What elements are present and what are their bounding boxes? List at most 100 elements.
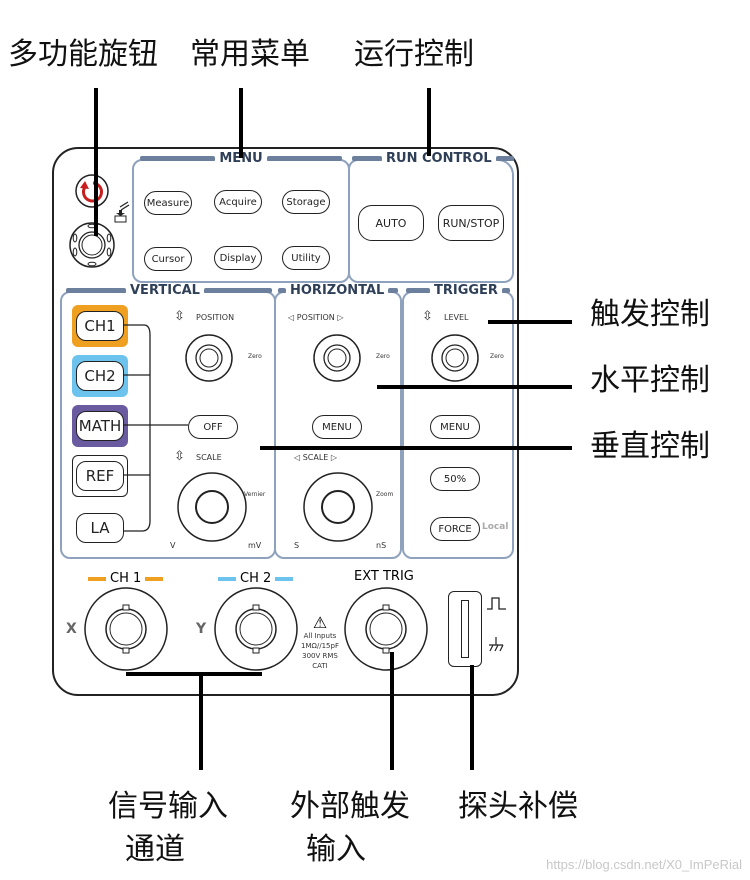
storage-button[interactable]: Storage bbox=[282, 190, 330, 214]
horizontal-menu-button[interactable]: MENU bbox=[312, 415, 362, 439]
utility-button[interactable]: Utility bbox=[282, 246, 330, 270]
trigger-zero-label: Zero bbox=[490, 353, 504, 360]
ch1-input-label: CH 1 bbox=[110, 571, 142, 586]
ch1-button-frame: CH1 bbox=[72, 305, 128, 347]
annotation-signal-input-line2: 通道 bbox=[125, 832, 185, 867]
ground-icon bbox=[489, 637, 504, 652]
ch1-bnc-connector[interactable] bbox=[82, 585, 170, 673]
math-off-button[interactable]: OFF bbox=[188, 415, 238, 439]
annotation-probe-comp: 探头补偿 bbox=[458, 789, 578, 824]
trigger-title: TRIGGER bbox=[430, 282, 502, 298]
ch1-button[interactable]: CH1 bbox=[76, 311, 124, 341]
leader-ext-trigger bbox=[390, 652, 394, 770]
probe-compensation-terminal[interactable] bbox=[448, 591, 482, 667]
vertical-position-knob[interactable] bbox=[184, 333, 234, 383]
vertical-scale-v-label: V bbox=[170, 541, 176, 550]
measure-button[interactable]: Measure bbox=[144, 191, 192, 215]
run-control-group: RUN CONTROL AUTO RUN/STOP bbox=[348, 150, 514, 283]
la-button[interactable]: LA bbox=[76, 513, 124, 543]
display-button[interactable]: Display bbox=[214, 246, 262, 270]
updown-arrow-icon: ⇳ bbox=[422, 309, 433, 324]
horizontal-scale-s-label: S bbox=[294, 541, 300, 550]
ch2-button[interactable]: CH2 bbox=[76, 361, 124, 391]
annotation-multifunction-knob: 多功能旋钮 bbox=[8, 37, 158, 72]
horizontal-zero-label: Zero bbox=[376, 353, 390, 360]
leader-vertical bbox=[260, 446, 572, 450]
input-warning: ⚠ All Inputs 1MΩ//15pF 300V RMS CATⅠ bbox=[298, 615, 342, 671]
horizontal-zoom-label: Zoom bbox=[376, 491, 394, 498]
vertical-position-label: POSITION bbox=[196, 313, 235, 322]
ch1-input-label-wrap: CH 1 bbox=[88, 571, 164, 586]
math-button[interactable]: MATH bbox=[76, 411, 124, 441]
leader-run-control bbox=[427, 88, 431, 156]
math-button-frame: MATH bbox=[72, 405, 128, 447]
horizontal-scale-knob[interactable] bbox=[300, 469, 376, 545]
la-button-frame: LA bbox=[72, 507, 128, 549]
probe-comp-slot bbox=[461, 600, 469, 658]
annotation-horizontal-control: 水平控制 bbox=[590, 363, 710, 398]
ref-button[interactable]: REF bbox=[76, 461, 124, 491]
annotation-ext-trigger-line1: 外部触发 bbox=[290, 789, 410, 824]
warning-icon: ⚠ bbox=[312, 613, 328, 632]
watermark: https://blog.csdn.net/X0_ImPeRial bbox=[546, 857, 742, 872]
horizontal-position-label-wrap: ◁ POSITION ▷ bbox=[288, 313, 344, 322]
trigger-force-button[interactable]: FORCE bbox=[430, 517, 480, 541]
vertical-scale-mv-label: mV bbox=[248, 541, 262, 550]
ext-trig-bnc-connector[interactable] bbox=[342, 585, 430, 673]
vertical-scale-label: SCALE bbox=[196, 453, 222, 462]
run-stop-button[interactable]: RUN/STOP bbox=[438, 205, 504, 241]
warning-line-3: 300V RMS bbox=[302, 652, 338, 660]
leader-multifunction bbox=[94, 88, 98, 236]
auto-button[interactable]: AUTO bbox=[358, 205, 424, 241]
warning-line-2: 1MΩ//15pF bbox=[301, 642, 339, 650]
horizontal-scale-ns-label: nS bbox=[376, 541, 387, 550]
push-select-icon bbox=[114, 201, 130, 223]
leader-signal-input bbox=[199, 672, 203, 770]
x-label: X bbox=[66, 621, 77, 637]
vertical-vernier-label: Vernier bbox=[244, 491, 266, 498]
ch2-button-frame: CH2 bbox=[72, 355, 128, 397]
trigger-group: TRIGGER ⇳ LEVEL Zero MENU 50% FORCE Loca… bbox=[402, 282, 514, 559]
leader-menu bbox=[239, 88, 243, 158]
vertical-zero-label: Zero bbox=[248, 353, 262, 360]
warning-line-4: CATⅠ bbox=[312, 662, 328, 670]
trigger-50-percent-button[interactable]: 50% bbox=[430, 467, 480, 491]
trigger-level-knob[interactable] bbox=[430, 333, 480, 383]
horizontal-position-knob[interactable] bbox=[312, 333, 362, 383]
ref-button-frame: REF bbox=[72, 455, 128, 497]
ext-trig-label: EXT TRIG bbox=[354, 569, 414, 584]
vertical-scale-knob[interactable] bbox=[174, 469, 250, 545]
horizontal-scale-label-wrap: ◁ SCALE ▷ bbox=[294, 453, 338, 462]
cursor-button[interactable]: Cursor bbox=[144, 247, 192, 271]
power-icon[interactable] bbox=[74, 173, 110, 209]
leader-signal-input-bar bbox=[126, 672, 262, 676]
multifunction-knob[interactable] bbox=[68, 221, 116, 269]
trigger-level-label: LEVEL bbox=[444, 313, 469, 322]
horizontal-position-label: POSITION bbox=[296, 313, 335, 322]
menu-group: MENU Measure Acquire Storage Cursor Disp… bbox=[132, 150, 350, 283]
annotation-trigger-control: 触发控制 bbox=[590, 297, 710, 332]
horizontal-title: HORIZONTAL bbox=[286, 282, 389, 298]
horizontal-group: HORIZONTAL ◁ POSITION ▷ Zero MENU ◁ SCAL… bbox=[274, 282, 402, 559]
annotation-run-control: 运行控制 bbox=[354, 37, 474, 72]
leader-horizontal bbox=[377, 385, 572, 389]
y-label: Y bbox=[196, 621, 207, 637]
vertical-title: VERTICAL bbox=[126, 282, 204, 298]
local-label: Local bbox=[482, 522, 509, 532]
annotation-signal-input-line1: 信号输入 bbox=[108, 789, 228, 824]
annotation-common-menu: 常用菜单 bbox=[190, 37, 310, 72]
run-control-title: RUN CONTROL bbox=[382, 150, 496, 166]
trigger-menu-button[interactable]: MENU bbox=[430, 415, 480, 439]
acquire-button[interactable]: Acquire bbox=[214, 190, 262, 214]
annotation-ext-trigger-line2: 输入 bbox=[306, 832, 366, 867]
square-wave-icon bbox=[487, 597, 506, 610]
ch2-bnc-connector[interactable] bbox=[212, 585, 300, 673]
warning-line-1: All Inputs bbox=[303, 632, 337, 640]
updown-arrow-icon: ⇳ bbox=[174, 309, 185, 324]
leader-probe-comp bbox=[470, 665, 474, 770]
updown-arrow-icon: ⇳ bbox=[174, 449, 185, 464]
ch2-input-label: CH 2 bbox=[240, 571, 272, 586]
ch2-input-label-wrap: CH 2 bbox=[218, 571, 294, 586]
vertical-group: VERTICAL CH1 CH2 MATH REF LA OFF ⇳ POSIT… bbox=[60, 282, 276, 559]
leader-trigger bbox=[488, 320, 572, 324]
